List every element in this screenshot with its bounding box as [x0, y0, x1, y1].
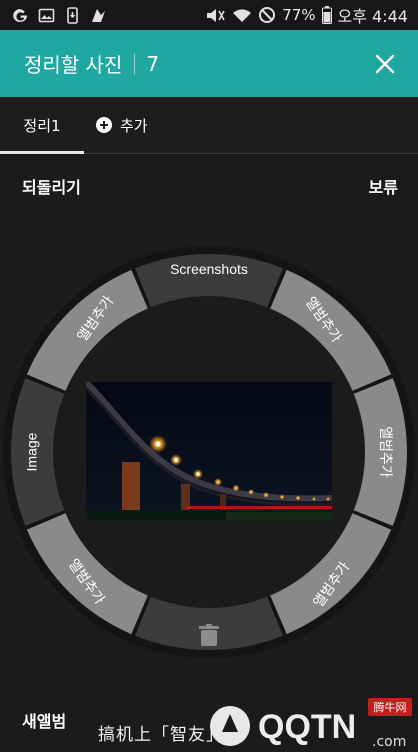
undo-button[interactable]: 되돌리기	[22, 174, 81, 198]
watermark-logo-text: QQTN	[258, 708, 356, 746]
plus-circle-icon	[96, 117, 112, 133]
hold-button[interactable]: 보류	[369, 174, 398, 198]
watermark-logo: QQTN 腾牛网 .com	[210, 698, 412, 750]
app-header: 정리할 사진 7	[0, 30, 418, 97]
battery-level: 77%	[282, 6, 316, 24]
close-icon	[375, 54, 395, 74]
night-bridge-photo	[86, 382, 332, 520]
tab-bar: 정리1 추가	[0, 97, 418, 154]
watermark-badge: 腾牛网	[374, 700, 407, 714]
notification-icons	[0, 6, 107, 24]
phone-download-icon	[64, 6, 81, 24]
wheel-segment-album-add-label: 앨범추가	[377, 426, 393, 478]
google-icon	[12, 7, 29, 24]
wheel-segment-image-label: Image	[24, 432, 40, 471]
clock: 오후 4:44	[337, 7, 408, 26]
close-button[interactable]	[372, 51, 398, 77]
tab-group-1[interactable]: 정리1	[0, 97, 84, 154]
title-divider	[134, 53, 136, 74]
system-status: 77% 오후 4:44	[204, 3, 418, 27]
page-title: 정리할 사진	[24, 53, 123, 77]
status-bar: 77% 오후 4:44	[0, 0, 418, 30]
blocked-icon	[258, 6, 276, 24]
battery-icon	[321, 6, 332, 24]
tab-label: 정리1	[23, 116, 61, 135]
flag-check-icon	[90, 7, 107, 24]
trash-icon	[199, 624, 219, 646]
mute-icon	[204, 7, 226, 24]
current-photo[interactable]	[86, 382, 332, 520]
photo-count: 7	[146, 51, 160, 76]
tab-label: 추가	[120, 116, 148, 135]
action-row: 되돌리기 보류	[0, 170, 418, 200]
watermark-domain: .com	[372, 734, 406, 750]
image-notification-icon	[38, 7, 55, 24]
wifi-icon	[232, 7, 252, 24]
new-album-label[interactable]: 새앨범	[22, 708, 66, 732]
wheel-segment-screenshots-label: Screenshots	[170, 261, 248, 277]
tab-add[interactable]: 추가	[96, 97, 148, 153]
tab-active-indicator	[0, 151, 84, 154]
